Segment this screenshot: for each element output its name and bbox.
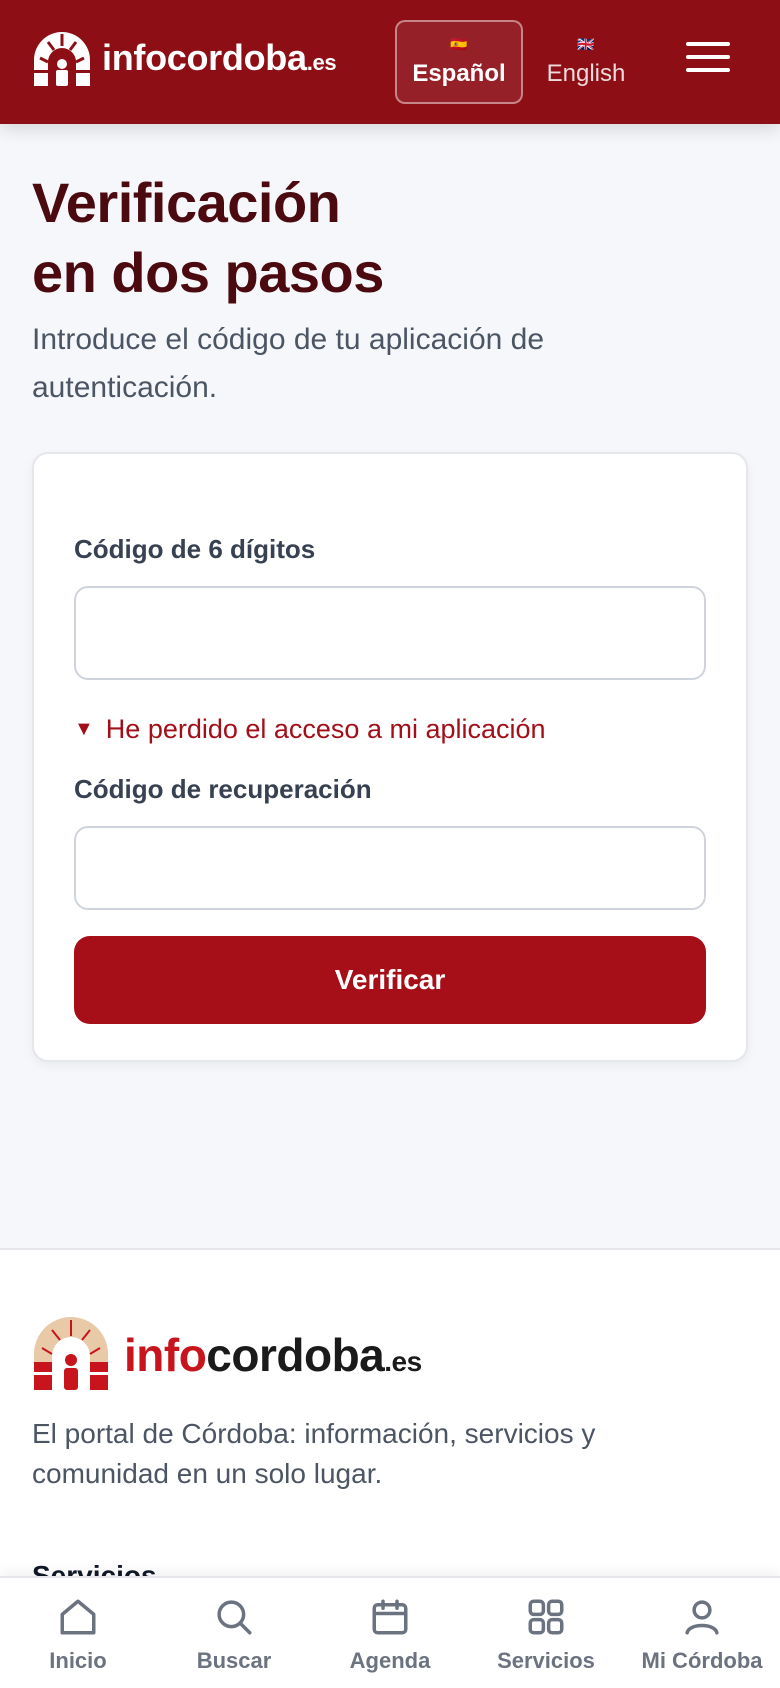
footer-logo-text: infocordoba.es <box>124 1329 422 1381</box>
spain-flag-icon: 🇪🇸 <box>450 36 468 52</box>
uk-flag-icon: 🇬🇧 <box>577 36 595 52</box>
code-label: Código de 6 dígitos <box>74 534 316 564</box>
language-label: English <box>546 60 626 87</box>
footer-logo[interactable]: infocordoba.es <box>30 1316 422 1392</box>
calendar-icon <box>372 1599 408 1635</box>
page-title: Verificación en dos pasos <box>32 171 384 304</box>
footer-tagline: El portal de Córdoba: información, servi… <box>32 1418 596 1489</box>
nav-item-inicio[interactable]: Inicio <box>0 1578 156 1688</box>
language-spanish-button[interactable]: 🇪🇸 Español <box>395 20 523 104</box>
page-subtitle: Introduce el código de tu aplicación de … <box>32 323 545 404</box>
language-label: Español <box>412 60 506 87</box>
nav-item-agenda[interactable]: Agenda <box>312 1578 468 1688</box>
site-logo[interactable]: infocordoba.es <box>30 30 337 88</box>
hamburger-menu-icon[interactable] <box>686 42 730 82</box>
nav-item-buscar[interactable]: Buscar <box>156 1578 312 1688</box>
verify-button[interactable]: Verificar <box>74 936 706 1024</box>
logo-text: infocordoba.es <box>102 37 337 78</box>
search-icon <box>217 1600 252 1635</box>
arch-logo-icon <box>34 32 90 86</box>
arch-logo-icon <box>34 1317 108 1390</box>
nav-label: Agenda <box>349 1648 431 1673</box>
bottom-navigation: Inicio Buscar Agenda Servicios Mi Córdob… <box>0 1576 780 1688</box>
home-icon <box>60 1599 96 1635</box>
code-input[interactable] <box>74 586 706 680</box>
nav-label: Inicio <box>49 1648 107 1673</box>
user-icon <box>685 1600 719 1635</box>
recovery-code-input[interactable] <box>74 826 706 910</box>
nav-label: Servicios <box>497 1648 595 1673</box>
language-english-button[interactable]: 🇬🇧 English <box>522 20 650 104</box>
lost-access-label: He perdido el acceso a mi aplicación <box>105 714 546 744</box>
recovery-code-label: Código de recuperación <box>74 774 372 804</box>
triangle-down-icon: ▼ <box>74 718 94 740</box>
nav-label: Mi Córdoba <box>641 1648 763 1673</box>
top-header: infocordoba.es 🇪🇸 Español 🇬🇧 English <box>0 0 780 124</box>
nav-label: Buscar <box>196 1648 272 1673</box>
lost-access-toggle[interactable]: ▼ He perdido el acceso a mi aplicación <box>74 714 546 745</box>
verification-card: Código de 6 dígitos ▼ He perdido el acce… <box>32 452 748 1062</box>
nav-item-servicios[interactable]: Servicios <box>468 1578 624 1688</box>
nav-item-mi-cordoba[interactable]: Mi Córdoba <box>624 1578 780 1688</box>
grid-icon <box>528 1599 564 1635</box>
